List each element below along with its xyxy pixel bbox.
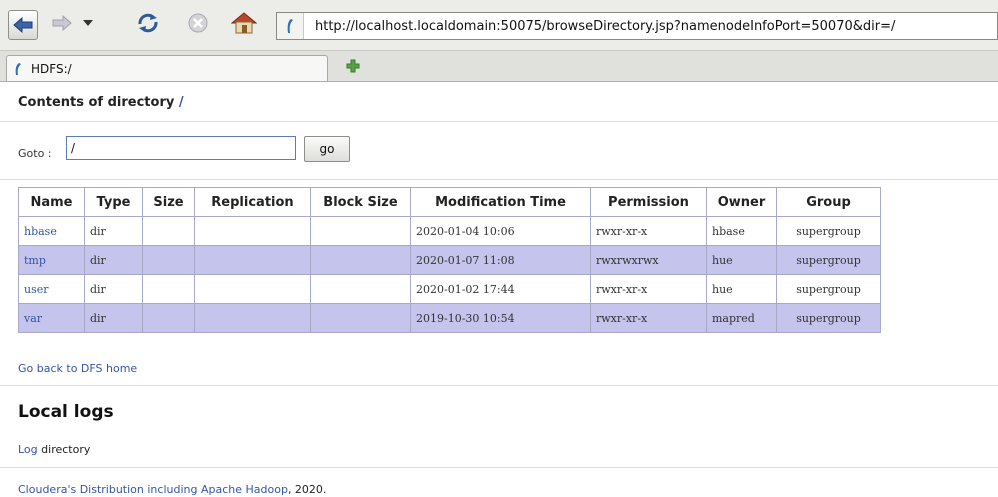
go-button[interactable]: go (304, 136, 350, 162)
history-dropdown-button[interactable] (80, 9, 96, 37)
browser-toolbar: http://localhost.localdomain:50075/brows… (0, 0, 998, 51)
permission-cell: rwxr-xr-x (590, 216, 707, 246)
permission-cell: rwxr-xr-x (590, 274, 707, 304)
size-cell (142, 274, 195, 304)
root-dir-link[interactable]: / (179, 95, 184, 110)
goto-input[interactable] (66, 136, 296, 160)
column-header[interactable]: Permission (590, 187, 707, 217)
dropdown-arrow-icon (83, 20, 93, 26)
permission-cell: rwxrwxrwx (590, 245, 707, 275)
cdh-link[interactable]: Cloudera's Distribution including Apache… (18, 483, 288, 496)
new-tab-icon (346, 59, 360, 73)
replication-cell (194, 216, 311, 246)
column-header[interactable]: Replication (194, 187, 311, 217)
modification-time-cell: 2020-01-02 17:44 (410, 274, 591, 304)
back-button[interactable] (8, 10, 38, 40)
type-cell: dir (84, 245, 143, 275)
owner-cell: hbase (706, 216, 777, 246)
group-cell: supergroup (776, 216, 881, 246)
page-title: Contents of directory / (18, 95, 184, 110)
owner-cell: hue (706, 245, 777, 275)
divider (0, 179, 998, 180)
goto-label: Goto : (18, 147, 52, 160)
type-cell: dir (84, 216, 143, 246)
new-tab-button[interactable] (346, 59, 360, 73)
replication-cell (194, 245, 311, 275)
block-size-cell (310, 274, 411, 304)
group-cell: supergroup (776, 303, 881, 333)
type-cell: dir (84, 303, 143, 333)
dir-name-link[interactable]: hbase (18, 216, 85, 246)
group-cell: supergroup (776, 245, 881, 275)
footer-suffix: , 2020. (287, 483, 327, 496)
modification-time-cell: 2020-01-07 11:08 (410, 245, 591, 275)
table-row: hbase dir 2020-01-04 10:06 rwxr-xr-x hba… (18, 216, 881, 246)
owner-cell: mapred (706, 303, 777, 333)
tab-title: HDFS:/ (31, 62, 72, 76)
reload-button[interactable] (134, 9, 162, 37)
log-link[interactable]: Log (18, 443, 38, 456)
dir-name-link[interactable]: var (18, 303, 85, 333)
dir-name-link[interactable]: user (18, 274, 85, 304)
stop-button[interactable] (184, 9, 212, 37)
directory-table: Name Type Size Replication Block Size Mo… (18, 187, 881, 333)
tab-bar: HDFS:/ (0, 51, 998, 82)
footer: Cloudera's Distribution including Apache… (18, 483, 326, 496)
table-row: var dir 2019-10-30 10:54 rwxr-xr-x mapre… (18, 303, 881, 333)
stop-icon (188, 13, 208, 33)
block-size-cell (310, 303, 411, 333)
column-header[interactable]: Size (142, 187, 195, 217)
address-bar[interactable]: http://localhost.localdomain:50075/brows… (276, 12, 998, 40)
tab-favicon-icon (15, 63, 21, 75)
divider (0, 467, 998, 468)
modification-time-cell: 2020-01-04 10:06 (410, 216, 591, 246)
block-size-cell (310, 216, 411, 246)
page-content: Contents of directory / Goto : go Name T… (0, 82, 998, 497)
url-text: http://localhost.localdomain:50075/brows… (315, 19, 896, 34)
column-header[interactable]: Type (84, 187, 143, 217)
log-line: Log directory (18, 443, 90, 456)
page-favicon-icon (287, 19, 293, 33)
column-header[interactable]: Name (18, 187, 85, 217)
forward-button[interactable] (48, 9, 76, 37)
divider (0, 385, 998, 386)
permission-cell: rwxr-xr-x (590, 303, 707, 333)
forward-arrow-icon (52, 15, 72, 31)
table-header-row: Name Type Size Replication Block Size Mo… (18, 187, 881, 217)
modification-time-cell: 2019-10-30 10:54 (410, 303, 591, 333)
column-header[interactable]: Owner (706, 187, 777, 217)
size-cell (142, 303, 195, 333)
size-cell (142, 216, 195, 246)
page-favicon (277, 13, 304, 39)
back-arrow-icon (13, 17, 33, 33)
replication-cell (194, 303, 311, 333)
size-cell (142, 245, 195, 275)
owner-cell: hue (706, 274, 777, 304)
log-suffix: directory (37, 443, 91, 456)
divider (0, 121, 998, 122)
replication-cell (194, 274, 311, 304)
group-cell: supergroup (776, 274, 881, 304)
block-size-cell (310, 245, 411, 275)
table-row: user dir 2020-01-02 17:44 rwxr-xr-x hue … (18, 274, 881, 304)
tab-hdfs[interactable]: HDFS:/ (6, 55, 328, 81)
dir-name-link[interactable]: tmp (18, 245, 85, 275)
page-title-text: Contents of directory (18, 95, 175, 110)
home-button[interactable] (230, 9, 258, 37)
column-header[interactable]: Group (776, 187, 881, 217)
reload-icon (138, 13, 158, 33)
table-row: tmp dir 2020-01-07 11:08 rwxrwxrwx hue s… (18, 245, 881, 275)
dfs-home-link[interactable]: Go back to DFS home (18, 362, 137, 375)
home-icon (231, 12, 257, 34)
column-header[interactable]: Modification Time (410, 187, 591, 217)
column-header[interactable]: Block Size (310, 187, 411, 217)
local-logs-heading: Local logs (18, 402, 114, 422)
type-cell: dir (84, 274, 143, 304)
